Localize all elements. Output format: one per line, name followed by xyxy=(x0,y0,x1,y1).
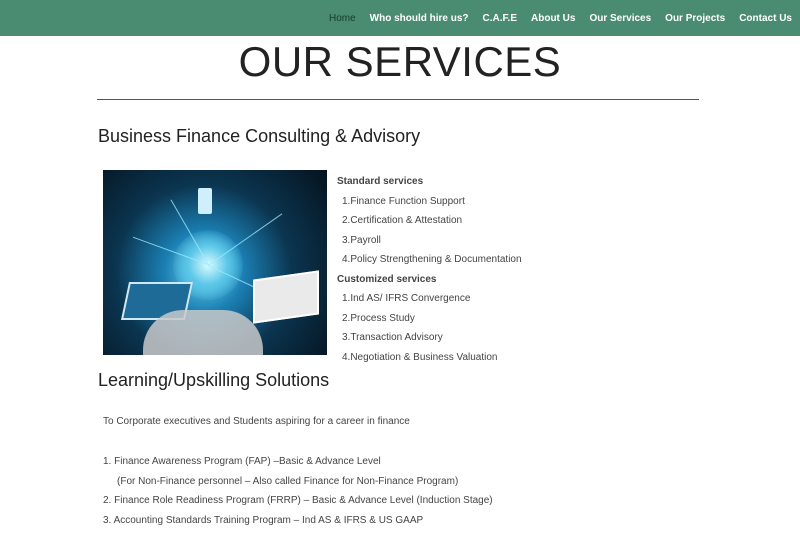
phone-graphic xyxy=(198,188,212,214)
nav-contact-us[interactable]: Contact Us xyxy=(739,13,792,24)
list-item: 1.Ind AS/ IFRS Convergence xyxy=(342,293,471,304)
nav-cafe[interactable]: C.A.F.E xyxy=(483,13,517,24)
nav-our-projects[interactable]: Our Projects xyxy=(665,13,725,24)
main-nav: Home Who should hire us? C.A.F.E About U… xyxy=(315,0,792,36)
customized-services-heading: Customized services xyxy=(337,273,437,285)
nav-home[interactable]: Home xyxy=(329,13,356,24)
section-heading-consulting: Business Finance Consulting & Advisory xyxy=(98,126,421,146)
list-item: 2.Certification & Attestation xyxy=(342,215,463,226)
hand-graphic xyxy=(143,310,263,355)
services-list: Standard services 1.Finance Function Sup… xyxy=(337,172,522,367)
list-item: 1. Finance Awareness Program (FAP) –Basi… xyxy=(103,456,381,467)
nav-our-services[interactable]: Our Services xyxy=(589,13,651,24)
title-divider xyxy=(97,99,699,100)
list-item: 3.Transaction Advisory xyxy=(342,332,443,343)
list-item: 1.Finance Function Support xyxy=(342,195,465,207)
laptop-graphic xyxy=(253,270,319,324)
list-item: 2.Process Study xyxy=(342,312,415,324)
standard-services-heading: Standard services xyxy=(337,176,424,187)
list-item: 3.Payroll xyxy=(342,234,381,246)
learning-intro: To Corporate executives and Students asp… xyxy=(103,416,410,427)
list-item: 4.Policy Strengthening & Documentation xyxy=(342,254,522,265)
page-title: OUR SERVICES xyxy=(238,38,562,85)
services-hero-image xyxy=(103,170,327,355)
list-item: 3. Accounting Standards Training Program… xyxy=(103,514,424,526)
list-item: 2. Finance Role Readiness Program (FRRP)… xyxy=(103,495,493,506)
section-heading-learning: Learning/Upskilling Solutions xyxy=(98,370,330,390)
nav-who-should-hire-us[interactable]: Who should hire us? xyxy=(370,13,469,24)
list-item: 4.Negotiation & Business Valuation xyxy=(342,351,498,363)
top-nav-bar: Home Who should hire us? C.A.F.E About U… xyxy=(0,0,800,36)
nav-about-us[interactable]: About Us xyxy=(531,13,575,24)
programs-list: 1. Finance Awareness Program (FAP) –Basi… xyxy=(103,452,493,530)
list-item-note: (For Non-Finance personnel – Also called… xyxy=(117,475,459,487)
